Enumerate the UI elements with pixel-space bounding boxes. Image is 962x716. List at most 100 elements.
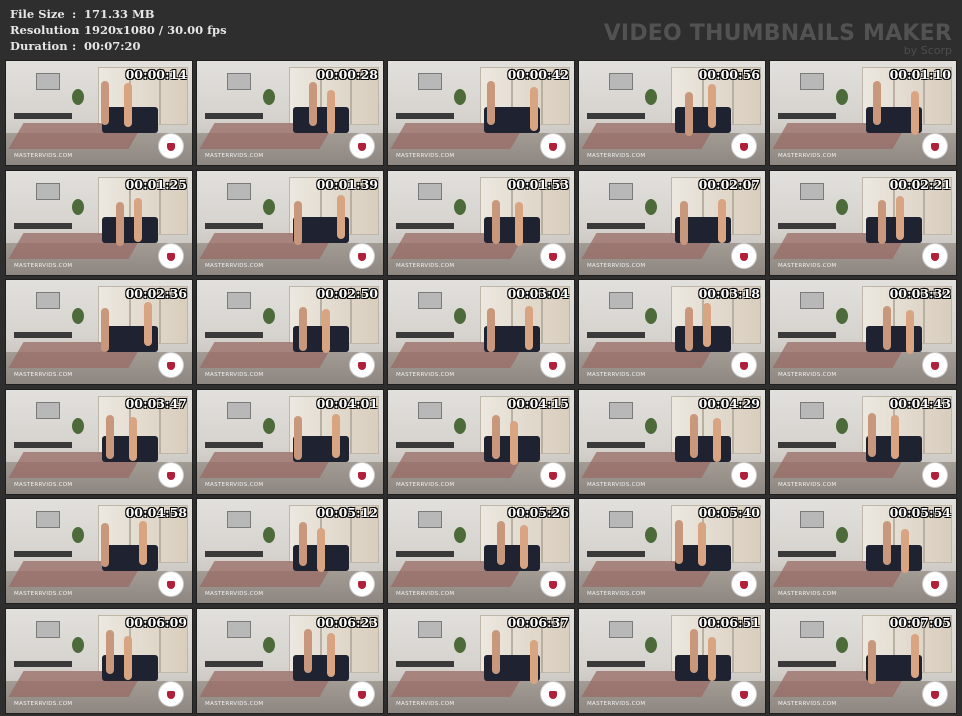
sofa-shape (675, 655, 731, 681)
person-figure (129, 416, 137, 461)
person-figure (530, 87, 538, 131)
person-figure (101, 308, 109, 353)
tv-shape (609, 182, 633, 200)
shelf-shape (14, 332, 72, 339)
timestamp-label: 00:01:10 (889, 67, 951, 82)
video-thumbnail[interactable]: MASTERRVIDS.COM 00:00:56 (579, 61, 765, 165)
site-watermark: MASTERRVIDS.COM (778, 262, 837, 269)
video-thumbnail[interactable]: MASTERRVIDS.COM 00:05:26 (388, 499, 574, 604)
video-thumbnail[interactable]: MASTERRVIDS.COM 00:04:58 (6, 499, 192, 604)
video-thumbnail[interactable]: MASTERRVIDS.COM 00:05:54 (770, 499, 956, 604)
tv-shape (227, 182, 251, 200)
person-figure (332, 413, 340, 458)
logo-icon (350, 243, 374, 268)
person-figure (708, 84, 716, 128)
site-watermark: MASTERRVIDS.COM (778, 153, 837, 159)
video-thumbnail[interactable]: MASTERRVIDS.COM 00:03:18 (579, 280, 765, 385)
plant-shape (72, 198, 84, 215)
person-figure (685, 92, 693, 136)
tv-shape (227, 401, 251, 419)
site-watermark: MASTERRVIDS.COM (396, 372, 455, 379)
person-figure (294, 415, 302, 460)
person-figure (492, 199, 500, 244)
person-figure (116, 201, 124, 246)
video-thumbnail[interactable]: MASTERRVIDS.COM 00:03:32 (770, 280, 956, 385)
logo-icon (541, 134, 565, 158)
timestamp-label: 00:00:14 (125, 67, 187, 82)
sofa-shape (102, 216, 158, 243)
shelf-shape (587, 222, 645, 229)
video-thumbnail[interactable]: MASTERRVIDS.COM 00:01:25 (6, 170, 192, 275)
video-thumbnail[interactable]: MASTERRVIDS.COM 00:01:39 (197, 170, 383, 275)
video-thumbnail[interactable]: MASTERRVIDS.COM 00:00:42 (388, 61, 574, 165)
video-thumbnail[interactable]: MASTERRVIDS.COM 00:06:23 (197, 609, 383, 713)
video-thumbnail[interactable]: MASTERRVIDS.COM 00:00:28 (197, 61, 383, 165)
tv-shape (418, 292, 442, 310)
person-figure (299, 307, 307, 352)
person-figure (487, 308, 495, 353)
tv-shape (36, 621, 60, 638)
person-figure (520, 525, 528, 570)
timestamp-label: 00:04:01 (316, 395, 378, 411)
video-thumbnail[interactable]: MASTERRVIDS.COM 00:04:15 (388, 389, 574, 494)
site-watermark: MASTERRVIDS.COM (205, 481, 264, 488)
tv-shape (418, 621, 442, 638)
video-thumbnail[interactable]: MASTERRVIDS.COM 00:00:14 (6, 61, 192, 165)
person-figure (294, 200, 302, 245)
video-thumbnail[interactable]: MASTERRVIDS.COM 00:02:50 (197, 280, 383, 385)
site-watermark: MASTERRVIDS.COM (396, 262, 455, 269)
shelf-shape (778, 551, 836, 558)
site-watermark: MASTERRVIDS.COM (205, 591, 264, 598)
shelf-shape (396, 332, 454, 339)
plant-shape (263, 417, 275, 434)
video-thumbnail[interactable]: MASTERRVIDS.COM 00:01:53 (388, 170, 574, 275)
file-size-label: File Size (10, 7, 65, 21)
shelf-shape (778, 661, 836, 667)
plant-shape (72, 89, 84, 105)
timestamp-label: 00:01:53 (507, 176, 569, 192)
video-thumbnail[interactable]: MASTERRVIDS.COM 00:06:37 (388, 609, 574, 713)
site-watermark: MASTERRVIDS.COM (396, 591, 455, 598)
shelf-shape (587, 661, 645, 667)
timestamp-label: 00:00:42 (507, 67, 569, 82)
video-thumbnail[interactable]: MASTERRVIDS.COM 00:02:36 (6, 280, 192, 385)
video-thumbnail[interactable]: MASTERRVIDS.COM 00:07:05 (770, 609, 956, 713)
timestamp-label: 00:01:39 (316, 176, 378, 192)
video-thumbnail[interactable]: MASTERRVIDS.COM 00:02:21 (770, 170, 956, 275)
video-thumbnail[interactable]: MASTERRVIDS.COM 00:06:51 (579, 609, 765, 713)
video-thumbnail[interactable]: MASTERRVIDS.COM 00:04:01 (197, 389, 383, 494)
tv-shape (800, 621, 824, 638)
video-thumbnail[interactable]: MASTERRVIDS.COM 00:04:29 (579, 389, 765, 494)
plant-shape (263, 198, 275, 215)
logo-icon (923, 682, 947, 706)
logo-icon (541, 353, 565, 378)
video-thumbnail[interactable]: MASTERRVIDS.COM 00:01:10 (770, 61, 956, 165)
sofa-shape (102, 545, 158, 572)
person-figure (497, 521, 505, 566)
video-thumbnail[interactable]: MASTERRVIDS.COM 00:04:43 (770, 389, 956, 494)
video-thumbnail[interactable]: MASTERRVIDS.COM 00:06:09 (6, 609, 192, 713)
plant-shape (645, 637, 657, 653)
person-figure (718, 198, 726, 243)
video-thumbnail[interactable]: MASTERRVIDS.COM 00:05:12 (197, 499, 383, 604)
person-figure (492, 414, 500, 459)
plant-shape (836, 89, 848, 105)
site-watermark: MASTERRVIDS.COM (205, 372, 264, 379)
timestamp-label: 00:00:56 (698, 67, 760, 82)
tv-shape (800, 292, 824, 310)
logo-icon (159, 243, 183, 268)
site-watermark: MASTERRVIDS.COM (587, 153, 646, 159)
video-thumbnail[interactable]: MASTERRVIDS.COM 00:05:40 (579, 499, 765, 604)
video-thumbnail[interactable]: MASTERRVIDS.COM 00:02:07 (579, 170, 765, 275)
tv-shape (418, 401, 442, 419)
shelf-shape (396, 551, 454, 558)
video-thumbnail[interactable]: MASTERRVIDS.COM 00:03:04 (388, 280, 574, 385)
person-figure (317, 528, 325, 573)
site-watermark: MASTERRVIDS.COM (396, 701, 455, 707)
timestamp-label: 00:02:07 (698, 176, 760, 192)
shelf-shape (778, 332, 836, 339)
timestamp-label: 00:03:47 (125, 395, 187, 411)
video-thumbnail[interactable]: MASTERRVIDS.COM 00:03:47 (6, 389, 192, 494)
logo-icon (159, 353, 183, 378)
site-watermark: MASTERRVIDS.COM (778, 481, 837, 488)
